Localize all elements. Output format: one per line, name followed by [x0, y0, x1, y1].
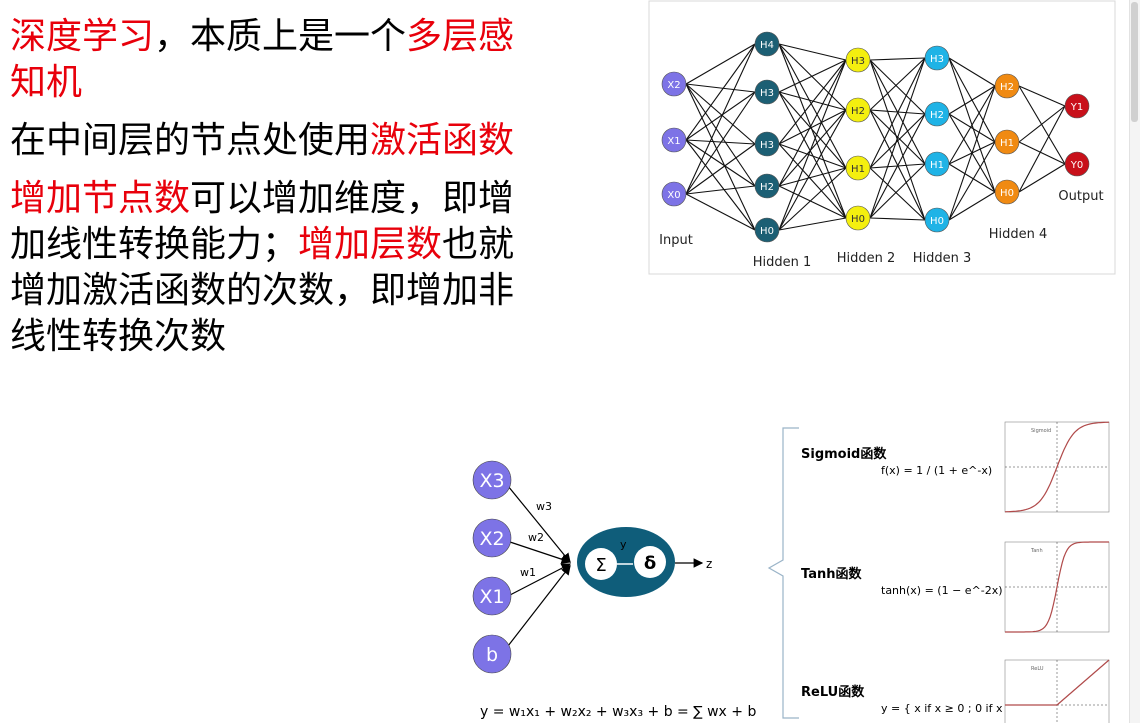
nn-node: H0 — [994, 179, 1020, 205]
highlight-text: 激活函数 — [370, 120, 515, 161]
nn-node-label: Y0 — [1070, 160, 1083, 171]
slide: 深度学习，本质上是一个多层感知机在中间层的节点处使用激活函数增加节点数可以增加维… — [0, 0, 1140, 723]
perceptron-diagram: w3 w2 w1 X3 X2 X1 b Σ y δ z y = w₁x₁ + w… — [472, 460, 756, 720]
edge-b — [507, 565, 571, 647]
nn-node: Y1 — [1064, 93, 1090, 119]
nn-node-label: Y1 — [1070, 102, 1083, 113]
nn-node-label: H4 — [760, 40, 774, 51]
input-x3: X3 — [472, 460, 512, 500]
svg-text:X1: X1 — [479, 586, 504, 608]
nn-layer-label: Hidden 4 — [989, 227, 1048, 242]
activation-functions-panel: Sigmoid函数 f(x) = 1 / (1 + e^-x) Sigmoid Tan… — [767, 421, 1110, 723]
nn-node-label: H3 — [851, 56, 865, 67]
nn-node: X2 — [661, 71, 687, 97]
nn-node: X1 — [661, 127, 687, 153]
paragraph-3: 增加节点数可以增加维度，即增加线性转换能力；增加层数也就增加激活函数的次数，即增… — [10, 176, 540, 360]
nn-node-label: H2 — [930, 110, 944, 121]
nn-node-label: H0 — [760, 226, 774, 237]
nn-node: H3 — [924, 45, 950, 71]
nn-node-label: H0 — [851, 214, 865, 225]
nn-node-label: H3 — [760, 88, 774, 99]
nn-node: H0 — [845, 205, 871, 231]
plot-legend: Sigmoid — [1031, 428, 1051, 434]
activation-name: ReLU函数 — [801, 684, 865, 700]
activation-row-1: Sigmoid函数 f(x) = 1 / (1 + e^-x) Sigmoid — [801, 421, 1110, 513]
neural-network-diagram: X2 X1 X0 H4 H3 H3 H2 H0 H3 H2 H1 H0 H3 H2 H1 H0 H2 H1 H0 Y1… — [648, 0, 1116, 275]
activation-name: Tanh函数 — [801, 566, 862, 582]
nn-node-label: H1 — [851, 164, 865, 175]
panel-brace — [767, 427, 799, 719]
nn-node-label: H3 — [760, 140, 774, 151]
svg-text:b: b — [486, 644, 498, 666]
nn-node-label: H2 — [851, 106, 865, 117]
nn-node: H2 — [924, 101, 950, 127]
nn-node-label: H0 — [930, 216, 944, 227]
hidden-output-label: y — [620, 538, 627, 551]
nn-node-label: H1 — [930, 160, 944, 171]
nn-node: X0 — [661, 181, 687, 207]
input-x1: X1 — [472, 576, 512, 616]
nn-node: H0 — [924, 207, 950, 233]
body-text: 在中间层的节点处使用 — [10, 120, 371, 161]
nn-layer-label: Input — [659, 233, 693, 248]
edge-x3 — [507, 485, 571, 563]
weight-w1: w1 — [520, 566, 536, 579]
nn-layer-label: Hidden 1 — [753, 255, 812, 270]
edge-x2 — [509, 541, 572, 564]
nn-node-label: H3 — [930, 54, 944, 65]
nn-node: H2 — [994, 73, 1020, 99]
sum-symbol: Σ — [595, 555, 606, 576]
nn-layer-label: Output — [1058, 189, 1103, 204]
nn-node-label: X0 — [667, 190, 680, 201]
nn-node: H3 — [845, 47, 871, 73]
perceptron-formula: y = w₁x₁ + w₂x₂ + w₃x₃ + b = ∑ wx + b — [480, 704, 756, 720]
activation-formula: f(x) = 1 / (1 + e^-x) — [881, 464, 992, 477]
body-text: ，本质上是一个 — [154, 16, 407, 57]
input-b: b — [472, 634, 512, 674]
weight-w2: w2 — [528, 531, 544, 544]
activation-name: Sigmoid函数 — [801, 446, 887, 462]
edge-x1 — [509, 563, 572, 596]
svg-text:X2: X2 — [479, 528, 504, 550]
highlight-text: 增加层数 — [298, 224, 443, 265]
plot-legend: Tanh — [1030, 548, 1043, 554]
text-block: 深度学习，本质上是一个多层感知机在中间层的节点处使用激活函数增加节点数可以增加维… — [10, 14, 540, 372]
nn-node: H2 — [754, 173, 780, 199]
nn-node: Y0 — [1064, 151, 1090, 177]
activation-row-2: Tanh函数tanh(x) = (1 − e^-2x) / (1 + e^-2x… — [801, 541, 1110, 633]
nn-node: H0 — [754, 217, 780, 243]
nn-node: H3 — [754, 131, 780, 157]
nn-layer-label: Hidden 3 — [913, 251, 972, 266]
nn-node: H1 — [994, 129, 1020, 155]
scrollbar-thumb[interactable] — [1131, 2, 1138, 122]
nn-node-label: H2 — [1000, 82, 1014, 93]
nn-node: H3 — [754, 79, 780, 105]
nn-node-label: X2 — [667, 80, 680, 91]
nn-node: H4 — [754, 31, 780, 57]
input-x2: X2 — [472, 518, 512, 558]
highlight-text: 深度学习 — [10, 16, 155, 57]
paragraph-1: 深度学习，本质上是一个多层感知机 — [10, 14, 540, 106]
nn-node-label: H2 — [760, 182, 774, 193]
nn-node: H1 — [924, 151, 950, 177]
highlight-text: 增加节点数 — [10, 178, 191, 219]
nn-node-label: H0 — [1000, 188, 1014, 199]
nn-node: H1 — [845, 155, 871, 181]
nn-node-label: X1 — [667, 136, 680, 147]
nn-node-label: H1 — [1000, 138, 1014, 149]
svg-text:X3: X3 — [479, 470, 504, 492]
plot-legend: ReLU — [1031, 666, 1044, 672]
nn-node: H2 — [845, 97, 871, 123]
paragraph-2: 在中间层的节点处使用激活函数 — [10, 118, 540, 164]
vertical-scrollbar[interactable] — [1129, 0, 1140, 723]
weight-w3: w3 — [536, 500, 552, 513]
nn-layer-label: Hidden 2 — [837, 251, 896, 266]
activation-row-3: ReLU函数y = { x if x ≥ 0 ; 0 if x < 0 }ReL… — [801, 659, 1110, 723]
activation-symbol: δ — [644, 553, 656, 574]
output-label: z — [706, 557, 712, 571]
